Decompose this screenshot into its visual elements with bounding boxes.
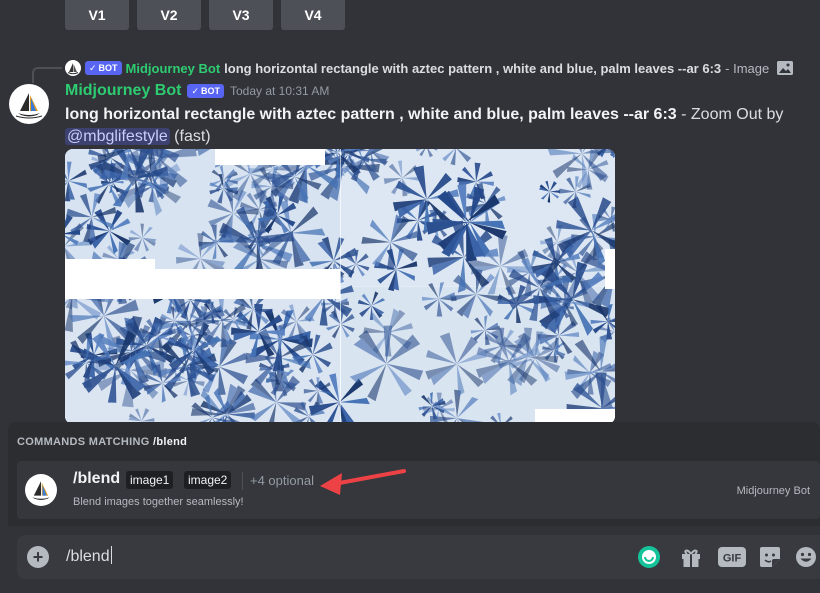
reply-avatar bbox=[65, 60, 81, 76]
emoji-status-icon[interactable] bbox=[637, 545, 661, 569]
message-timestamp: Today at 10:31 AM bbox=[229, 84, 330, 98]
message-header: Midjourney Bot ✓ BOT Today at 10:31 AM bbox=[65, 82, 329, 100]
command-source: Midjourney Bot bbox=[736, 485, 810, 497]
command-bot-avatar bbox=[25, 474, 57, 506]
discord-chat-view: V1 V2 V3 V4 ✓ BOT Midjourney Bot long ho… bbox=[0, 0, 820, 593]
gift-icon[interactable] bbox=[679, 545, 703, 569]
reply-suffix: - Image bbox=[725, 60, 770, 76]
message-content: long horizontal rectangle with aztec pat… bbox=[65, 104, 785, 148]
reply-reference[interactable]: ✓ BOT Midjourney Bot long horizontal rec… bbox=[65, 58, 820, 78]
generated-image[interactable] bbox=[65, 149, 615, 424]
command-item-blend[interactable]: /blend image1 image2 +4 optional Blend i… bbox=[17, 461, 820, 519]
message-input-bar: + /blend GIF bbox=[17, 535, 820, 579]
command-separator bbox=[242, 472, 243, 490]
gif-icon[interactable]: GIF bbox=[718, 545, 746, 569]
command-option-image1: image1 bbox=[126, 471, 174, 489]
variation-button-v1[interactable]: V1 bbox=[65, 0, 129, 30]
text-caret bbox=[110, 546, 112, 564]
message-speed: (fast) bbox=[169, 128, 211, 145]
reply-connector bbox=[32, 67, 62, 83]
reply-prompt: long horizontal rectangle with aztec pat… bbox=[224, 60, 722, 76]
plus-circle-icon[interactable]: + bbox=[27, 546, 49, 568]
command-description: Blend images together seamlessly! bbox=[73, 496, 244, 508]
reply-author[interactable]: Midjourney Bot bbox=[126, 61, 221, 76]
variation-button-v4[interactable]: V4 bbox=[281, 0, 345, 30]
reply-bot-tag: ✓ BOT bbox=[85, 61, 122, 75]
sticker-icon[interactable] bbox=[758, 545, 782, 569]
svg-text:GIF: GIF bbox=[723, 553, 742, 565]
image-icon bbox=[777, 61, 794, 75]
midjourney-avatar[interactable] bbox=[9, 84, 49, 124]
message-input[interactable]: /blend bbox=[66, 546, 112, 566]
command-option-image2: image2 bbox=[184, 471, 232, 489]
variation-buttons: V1 V2 V3 V4 bbox=[65, 0, 345, 30]
command-name: /blend bbox=[73, 470, 121, 487]
message-prompt: long horizontal rectangle with aztec pat… bbox=[65, 106, 677, 123]
annotation-arrow bbox=[320, 469, 406, 495]
variation-button-v2[interactable]: V2 bbox=[137, 0, 201, 30]
user-mention[interactable]: @mbglifestyle bbox=[65, 128, 170, 145]
message-bot-tag: ✓ BOT bbox=[187, 84, 224, 98]
message-author[interactable]: Midjourney Bot bbox=[65, 82, 181, 100]
command-optional-count: +4 optional bbox=[250, 473, 314, 488]
variation-button-v3[interactable]: V3 bbox=[209, 0, 273, 30]
message-suffix: - Zoom Out by bbox=[676, 106, 784, 123]
command-suggestions-header: COMMANDS MATCHING /blend bbox=[17, 436, 188, 448]
command-suggestions-panel: COMMANDS MATCHING /blend /blend image1 i… bbox=[8, 422, 820, 526]
emoji-icon[interactable] bbox=[794, 545, 818, 569]
